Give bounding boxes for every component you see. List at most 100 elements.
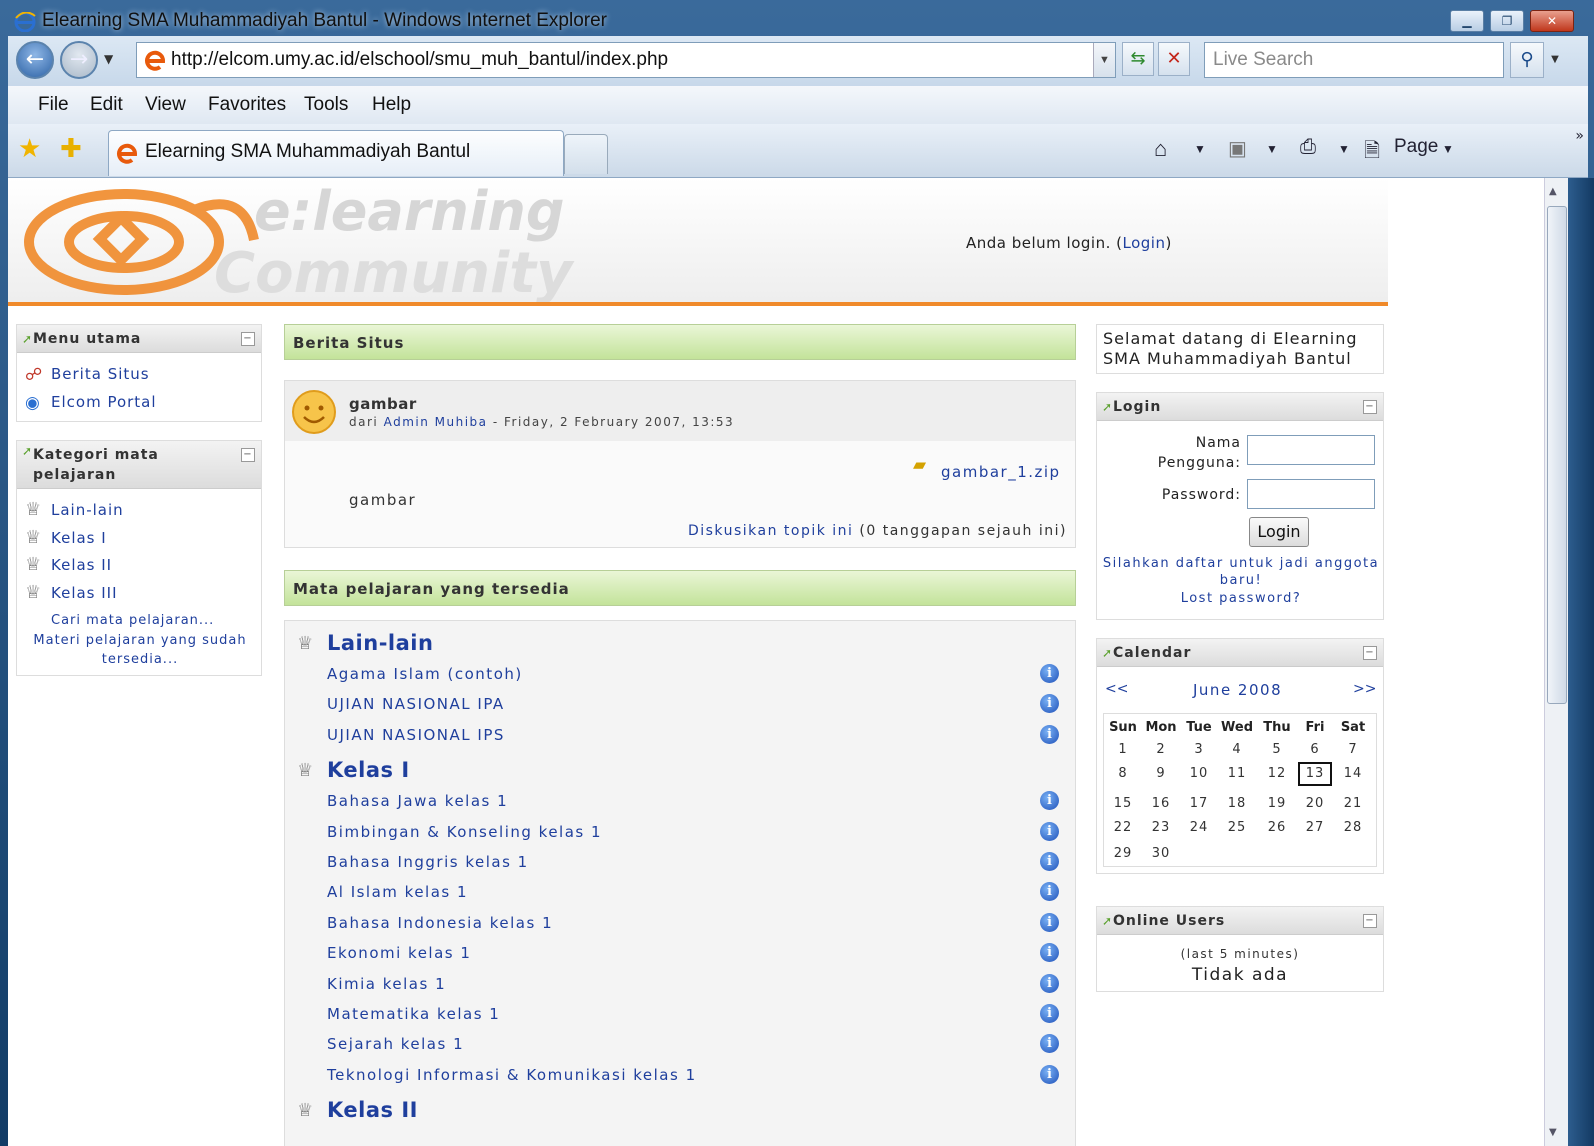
calendar-day[interactable]: 30 [1144,846,1178,861]
author-link[interactable]: Admin Muhiba [384,415,488,429]
print-dropdown-icon[interactable]: ▼ [1338,142,1350,156]
more-commands-icon[interactable]: » [1575,128,1584,144]
feeds-icon[interactable]: ▣ [1228,136,1247,161]
scroll-down-icon[interactable]: ▼ [1549,1127,1557,1138]
course-link[interactable]: UJIAN NASIONAL IPS [327,726,505,744]
link-elcom-portal[interactable]: Elcom Portal [51,393,157,411]
calendar-day[interactable]: 7 [1336,742,1370,757]
scroll-thumb[interactable] [1547,206,1567,704]
search-options-dropdown[interactable]: ▼ [1546,42,1564,78]
calendar-day[interactable]: 25 [1220,820,1254,835]
info-icon[interactable]: i [1040,882,1059,902]
link-kategori-lain-lain[interactable]: Lain-lain [51,501,124,519]
info-icon[interactable]: i [1040,1034,1059,1054]
page-menu[interactable]: Page [1394,136,1438,158]
calendar-day[interactable]: 11 [1220,766,1254,781]
menu-file[interactable]: File [38,86,69,124]
course-category-1[interactable]: Kelas I [327,758,410,782]
course-link[interactable]: Bahasa Inggris kelas 1 [327,853,529,871]
new-tab-button[interactable] [564,134,608,174]
print-icon[interactable]: ⎙ [1300,136,1316,159]
calendar-day[interactable]: 23 [1144,820,1178,835]
menu-view[interactable]: View [145,86,186,124]
calendar-day[interactable]: 15 [1106,796,1140,811]
course-link[interactable]: Teknologi Informasi & Komunikasi kelas 1 [327,1066,697,1084]
calendar-day[interactable]: 16 [1144,796,1178,811]
course-link[interactable]: Kimia kelas 1 [327,975,446,993]
menu-help[interactable]: Help [372,86,411,124]
calendar-day[interactable]: 5 [1260,742,1294,757]
calendar-today[interactable]: 13 [1298,762,1332,786]
calendar-day[interactable]: 1 [1106,742,1140,757]
calendar-day[interactable]: 6 [1298,742,1332,757]
course-link[interactable]: UJIAN NASIONAL IPA [327,695,505,713]
calendar-day[interactable]: 26 [1260,820,1294,835]
header-login-link[interactable]: Login [1122,234,1165,252]
collapse-icon[interactable]: − [1363,646,1377,660]
url-input[interactable]: http://elcom.umy.ac.id/elschool/smu_muh_… [136,42,1116,78]
calendar-prev[interactable]: << [1105,681,1128,697]
calendar-day[interactable]: 29 [1106,846,1140,861]
page-dropdown-icon[interactable]: ▼ [1442,142,1454,156]
collapse-icon[interactable]: − [1363,400,1377,414]
recent-pages-dropdown[interactable]: ▼ [104,52,113,66]
discuss-link[interactable]: Diskusikan topik ini [688,523,854,539]
calendar-day[interactable]: 4 [1220,742,1254,757]
link-kategori-kelas-3[interactable]: Kelas III [51,584,118,602]
favorites-center-icon[interactable]: ★ [18,134,41,164]
password-input[interactable] [1247,479,1375,509]
scroll-up-icon[interactable]: ▲ [1549,186,1557,197]
info-icon[interactable]: i [1040,694,1059,714]
link-kategori-kelas-1[interactable]: Kelas I [51,529,107,547]
info-icon[interactable]: i [1040,724,1059,744]
tab-elearning[interactable]: Elearning SMA Muhammadiyah Bantul [108,130,564,176]
course-link[interactable]: Sejarah kelas 1 [327,1035,464,1053]
calendar-day[interactable]: 3 [1182,742,1216,757]
collapse-icon[interactable]: − [1363,914,1377,928]
lost-password-link[interactable]: Lost password? [1101,591,1381,606]
feeds-dropdown-icon[interactable]: ▼ [1266,142,1278,156]
calendar-day[interactable]: 10 [1182,766,1216,781]
link-materi-tersedia[interactable]: Materi pelajaran yang sudah tersedia... [23,631,257,669]
calendar-day[interactable]: 2 [1144,742,1178,757]
calendar-day[interactable]: 20 [1298,796,1332,811]
calendar-day[interactable]: 21 [1336,796,1370,811]
info-icon[interactable]: i [1040,1004,1059,1023]
calendar-day[interactable]: 14 [1336,766,1370,781]
add-favorite-icon[interactable]: ✚ [60,134,82,164]
calendar-day[interactable]: 8 [1106,766,1140,781]
calendar-day[interactable]: 28 [1336,820,1370,835]
calendar-day[interactable]: 17 [1182,796,1216,811]
info-icon[interactable]: i [1040,1064,1059,1084]
menu-edit[interactable]: Edit [90,86,123,124]
info-icon[interactable]: i [1040,791,1059,811]
link-kategori-kelas-2[interactable]: Kelas II [51,556,112,574]
calendar-month[interactable]: June 2008 [1193,681,1282,699]
menu-favorites[interactable]: Favorites [208,86,286,124]
calendar-day[interactable]: 19 [1260,796,1294,811]
back-button[interactable]: ← [16,41,54,79]
calendar-day[interactable]: 24 [1182,820,1216,835]
calendar-day[interactable]: 27 [1298,820,1332,835]
info-icon[interactable]: i [1040,912,1059,932]
forward-button[interactable]: → [60,41,98,79]
calendar-next[interactable]: >> [1353,681,1376,697]
username-input[interactable] [1247,435,1375,465]
info-icon[interactable]: i [1040,664,1059,683]
refresh-button[interactable]: ⇆ [1122,42,1154,76]
stop-button[interactable]: ✕ [1158,42,1190,76]
search-icon[interactable]: ⚲ [1510,42,1544,78]
calendar-day[interactable]: 22 [1106,820,1140,835]
search-input[interactable]: Live Search [1204,42,1504,78]
signup-link[interactable]: Silahkan daftar untuk jadi anggota baru! [1101,555,1381,589]
collapse-icon[interactable]: − [241,448,255,462]
link-cari-mata-pelajaran[interactable]: Cari mata pelajaran... [51,613,214,628]
course-link[interactable]: Bimbingan & Konseling kelas 1 [327,823,602,841]
info-icon[interactable]: i [1040,973,1059,993]
calendar-day[interactable]: 12 [1260,766,1294,781]
vertical-scrollbar[interactable]: ▲ ▼ [1544,178,1568,1146]
minimize-button[interactable]: ▁ [1450,10,1484,32]
restore-button[interactable]: ❐ [1490,10,1524,32]
page-icon[interactable]: 🗎 [1364,136,1380,170]
attachment-link[interactable]: gambar_1.zip [941,463,1061,481]
